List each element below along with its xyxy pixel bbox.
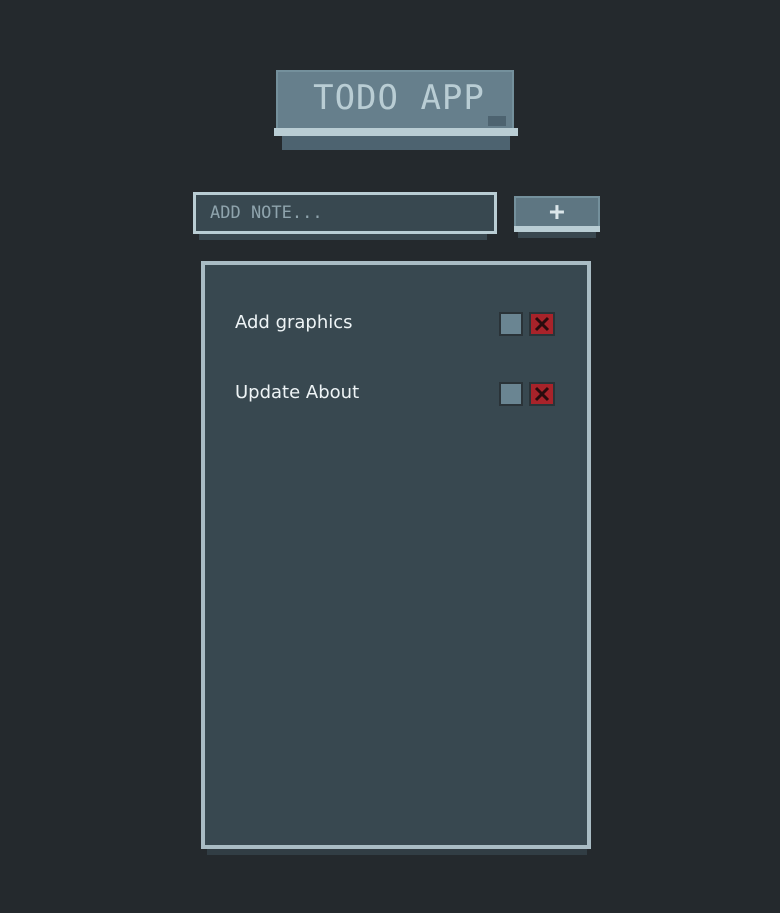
title-underline: [274, 128, 518, 136]
todo-complete-checkbox[interactable]: [499, 382, 523, 406]
todo-item: Update About: [235, 379, 565, 409]
app-title-banner: TODO APP: [274, 68, 518, 150]
add-button-shadow: [518, 232, 596, 238]
app-stage: TODO APP + Add graphics Update About: [0, 0, 780, 913]
todo-delete-button[interactable]: [529, 312, 555, 336]
app-title: TODO APP: [313, 78, 485, 118]
add-note-input[interactable]: [193, 192, 497, 234]
todo-item-label: Add graphics: [235, 312, 353, 333]
todo-item: Add graphics: [235, 309, 565, 339]
close-icon: [534, 316, 550, 332]
todo-complete-checkbox[interactable]: [499, 312, 523, 336]
add-note-field-wrapper: [193, 192, 497, 240]
todo-delete-button[interactable]: [529, 382, 555, 406]
add-note-button[interactable]: +: [514, 196, 600, 238]
close-icon: [534, 386, 550, 402]
todo-list-panel: Add graphics Update About: [201, 261, 591, 855]
todo-item-label: Update About: [235, 382, 360, 403]
plus-icon: +: [549, 197, 565, 227]
